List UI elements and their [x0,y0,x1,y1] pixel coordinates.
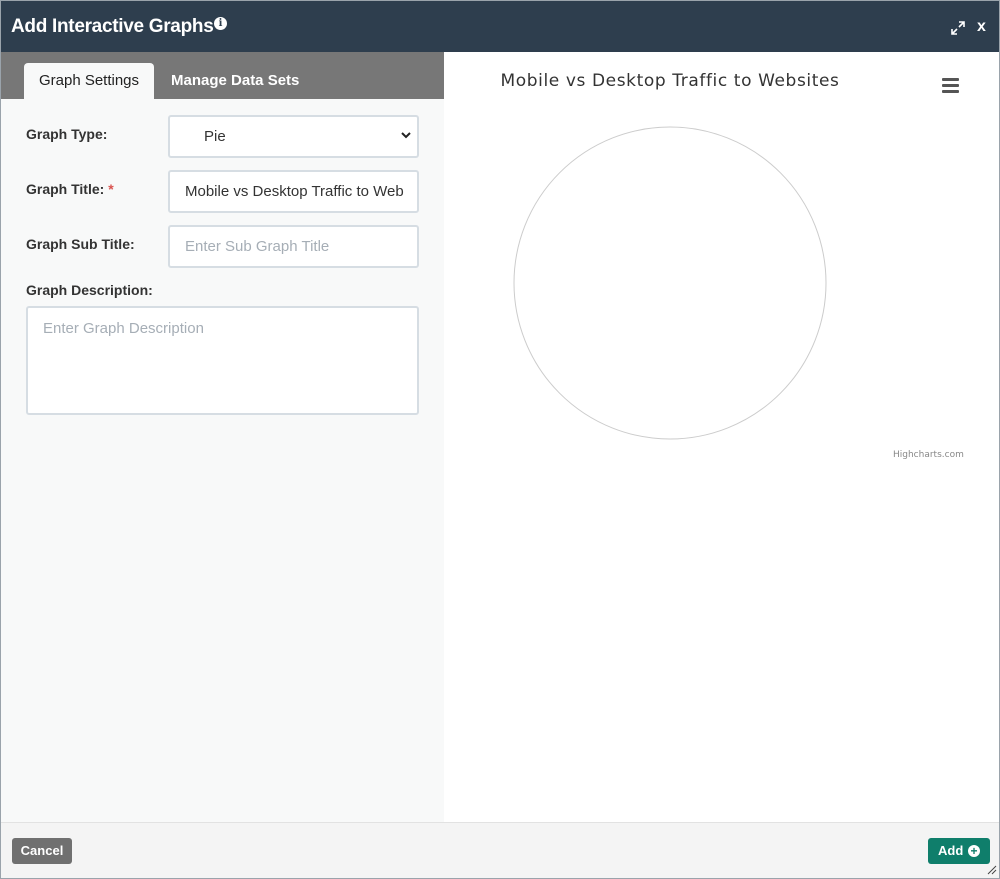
required-mark: * [108,181,114,197]
graph-type-label: Graph Type: [26,126,108,142]
graph-subtitle-label: Graph Sub Title: [26,236,135,252]
tab-graph-settings[interactable]: Graph Settings [24,63,154,99]
tab-bar: Graph Settings Manage Data Sets [1,52,444,99]
hamburger-menu-icon[interactable] [942,78,959,93]
info-icon[interactable]: i [214,17,227,30]
graph-settings-pane: Graph Settings Manage Data Sets Graph Ty… [1,52,444,822]
graph-type-select[interactable]: Pie [168,115,419,158]
dialog-header: Add Interactive Graphs i x [1,1,999,52]
graph-description-textarea[interactable]: Enter Graph Description [26,306,419,415]
pie-outline [513,126,827,440]
chevron-down-icon [401,132,411,139]
graph-description-label: Graph Description: [26,282,153,298]
dialog-footer: Cancel Add + [1,822,999,878]
cancel-button[interactable]: Cancel [12,838,72,864]
close-button[interactable]: x [977,18,986,36]
graph-type-value: Pie [204,128,226,145]
graph-title-input[interactable]: Mobile vs Desktop Traffic to Web [168,170,419,213]
dialog-title: Add Interactive Graphs [11,16,214,37]
plus-circle-icon: + [968,845,980,857]
chart-title: Mobile vs Desktop Traffic to Websites [500,71,840,91]
chart-credits[interactable]: Highcharts.com [893,450,964,460]
graph-subtitle-input[interactable]: Enter Sub Graph Title [168,225,419,268]
chart-preview-pane: Mobile vs Desktop Traffic to Websites Hi… [444,52,999,822]
add-button-label: Add [938,843,964,858]
add-button[interactable]: Add + [928,838,990,864]
tab-manage-data-sets[interactable]: Manage Data Sets [171,63,299,99]
pie-chart [513,126,827,440]
expand-icon[interactable] [950,20,966,36]
resize-handle-icon[interactable] [985,863,997,875]
graph-title-label: Graph Title: * [26,181,114,197]
add-interactive-graphs-dialog: Add Interactive Graphs i x Graph Setting… [0,0,1000,879]
graph-title-label-text: Graph Title: [26,181,105,197]
